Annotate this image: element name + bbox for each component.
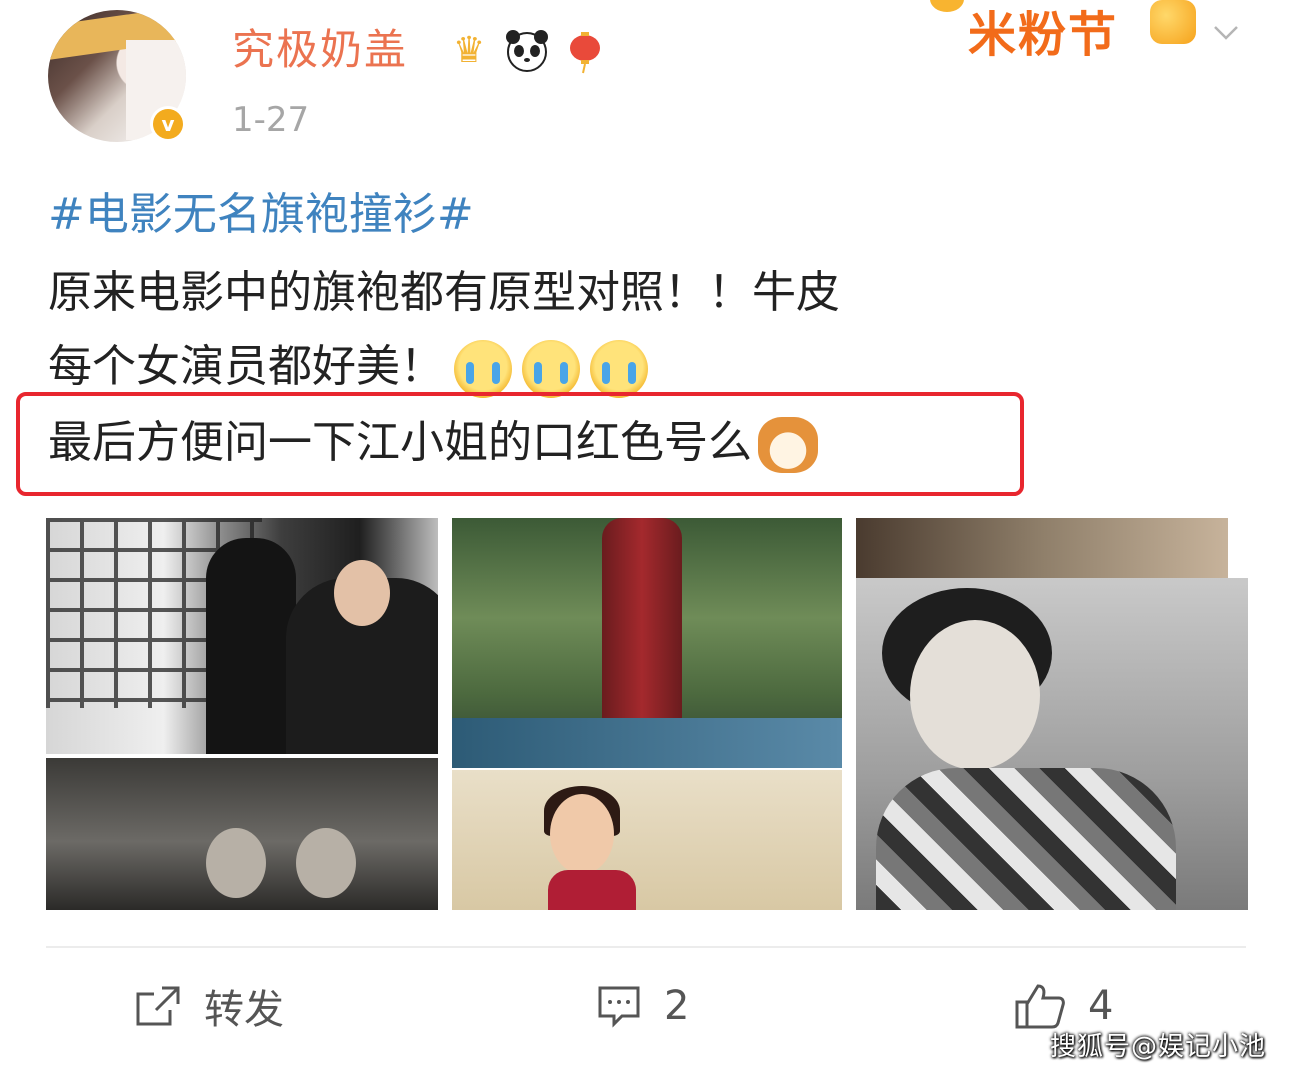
post-text-line-1: 原来电影中的旗袍都有原型对照！！牛皮	[48, 262, 840, 324]
actress-figure	[206, 538, 296, 754]
username[interactable]: 究极奶盖	[232, 22, 408, 78]
post-time: 1-27	[232, 100, 310, 140]
post-image-5[interactable]	[856, 518, 1228, 578]
lantern-icon[interactable]	[562, 28, 608, 74]
red-qipao	[602, 518, 682, 718]
post-text-line-2: 每个女演员都好美！	[48, 336, 648, 398]
post-image-6[interactable]	[856, 578, 1248, 910]
comment-button[interactable]: 2	[596, 976, 689, 1036]
thumbs-up-icon	[1015, 984, 1065, 1029]
festival-decoration	[930, 0, 964, 12]
post-image-4[interactable]	[452, 770, 842, 910]
illustration-face	[550, 794, 614, 874]
panda-icon[interactable]	[504, 28, 550, 74]
photo-face	[206, 828, 266, 898]
crown-icon[interactable]: ♛	[446, 28, 492, 74]
post-image-2[interactable]	[46, 758, 438, 910]
comment-count: 2	[664, 983, 690, 1029]
like-count: 4	[1088, 983, 1114, 1029]
chevron-down-icon[interactable]	[1212, 18, 1240, 46]
portrait-face	[910, 620, 1040, 770]
post-text: 原来电影中的旗袍都有原型对照！！牛皮	[48, 267, 840, 318]
crying-face-icon	[522, 340, 580, 398]
repost-label: 转发	[204, 987, 284, 1033]
festival-badge[interactable]: 米粉节	[968, 2, 1118, 68]
repost-button[interactable]: 转发	[134, 976, 284, 1036]
post-image-3[interactable]	[452, 518, 842, 768]
share-icon	[136, 986, 180, 1026]
comment-icon	[598, 986, 640, 1028]
divider	[46, 946, 1246, 948]
crying-face-icon	[454, 340, 512, 398]
festival-orb-icon	[1150, 0, 1196, 44]
highlight-box	[16, 392, 1024, 496]
verified-icon: v	[150, 106, 186, 142]
watermark: 搜狐号@娱记小池	[1049, 1032, 1266, 1062]
post-image-1[interactable]	[46, 518, 438, 754]
topic-hashtag[interactable]: #电影无名旗袍撞衫#	[48, 184, 474, 246]
crying-face-icon	[590, 340, 648, 398]
illustration-qipao	[548, 870, 636, 910]
photo-face	[296, 828, 356, 898]
portrait-qipao	[876, 768, 1176, 910]
post-text: 每个女演员都好美！	[48, 341, 444, 392]
actor-face	[334, 560, 390, 626]
photo-ground	[452, 718, 842, 768]
